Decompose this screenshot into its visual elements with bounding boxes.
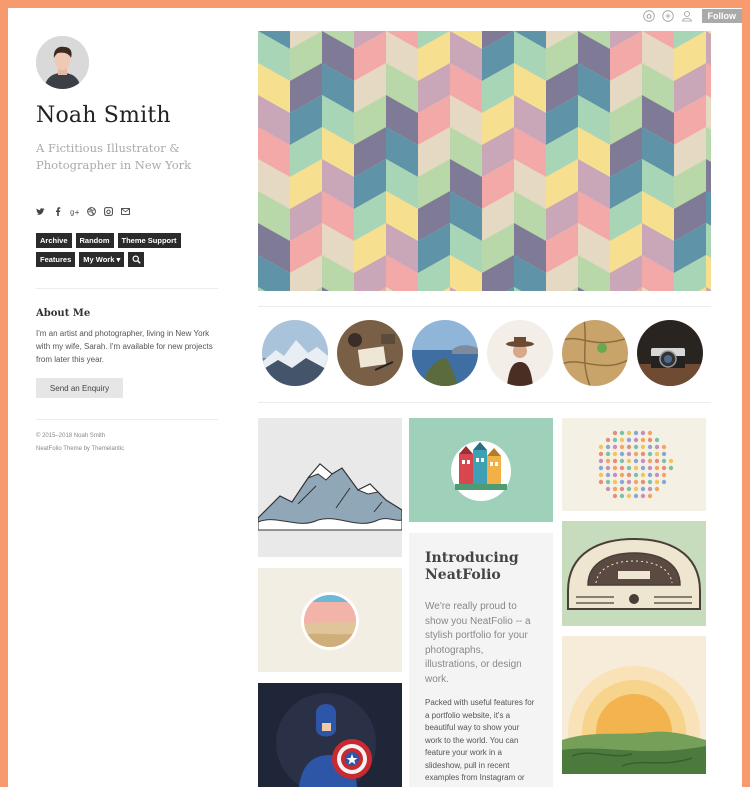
post-lead: We're really proud to show you NeatFolio… [425, 601, 531, 685]
send-enquiry-button[interactable]: Send an Enquiry [36, 378, 123, 398]
profile-tagline: A Fictitious Illustrator & Photographer … [36, 141, 192, 172]
sidebar-divider [36, 288, 218, 289]
sidebar-footer: © 2015–2018 Noah Smith NeatFolio Theme b… [36, 430, 218, 456]
dots-pattern-tile[interactable] [562, 418, 706, 511]
about-text: I'm an artist and photographer, living i… [36, 329, 213, 364]
user-icon[interactable] [681, 10, 694, 23]
social-links: g+ [36, 207, 218, 216]
mountain-illustration-tile[interactable] [258, 418, 402, 557]
nav-features-button[interactable]: Features [36, 252, 76, 267]
featured-circles [262, 320, 703, 386]
email-icon[interactable] [121, 207, 130, 216]
nav-buttons: Archive Random Theme Support Features My… [36, 233, 218, 267]
nav-archive-button[interactable]: Archive [36, 233, 72, 248]
featured-mountain-photo[interactable] [262, 320, 328, 386]
nav-theme-support-button[interactable]: Theme Support [117, 233, 181, 248]
post-body: Packed with useful features for a portfo… [425, 698, 535, 787]
twitter-icon[interactable] [36, 207, 45, 216]
blog-post-card: Introducing NeatFolio We're really proud… [409, 533, 553, 787]
radio-illustration-tile[interactable] [562, 521, 706, 626]
avatar[interactable] [36, 36, 89, 89]
profile-name: Noah Smith [36, 103, 171, 128]
follow-button[interactable]: Follow [701, 9, 742, 23]
featured-coast-photo[interactable] [412, 320, 478, 386]
instagram-icon[interactable] [104, 207, 113, 216]
featured-desk-photo[interactable] [337, 320, 403, 386]
top-bar: Follow [643, 8, 742, 24]
nav-random-button[interactable]: Random [75, 233, 114, 248]
page: Follow Noah Smith A Fictitious Illustrat… [8, 8, 742, 787]
desert-illustration-tile[interactable] [258, 568, 402, 672]
content-divider [258, 306, 711, 307]
search-button[interactable] [128, 252, 145, 267]
my-work-dropdown[interactable]: My Work ▾ [79, 252, 125, 267]
post-title[interactable]: Introducing NeatFolio [425, 550, 537, 584]
svg-text:g+: g+ [70, 208, 79, 215]
sidebar-divider [36, 419, 218, 420]
content-divider [258, 402, 711, 403]
dribbble-icon[interactable] [87, 207, 96, 216]
about-title: About Me [36, 308, 91, 319]
featured-map-photo[interactable] [562, 320, 628, 386]
featured-portrait-photo[interactable] [487, 320, 553, 386]
google-plus-icon[interactable]: g+ [70, 207, 79, 216]
sidebar: Noah Smith A Fictitious Illustrator & Ph… [36, 36, 218, 456]
copyright-text: © 2015–2018 Noah Smith [36, 433, 106, 439]
sunset-illustration-tile[interactable] [562, 636, 706, 774]
search-icon [132, 255, 141, 264]
facebook-icon[interactable] [53, 207, 62, 216]
home-icon[interactable] [643, 10, 656, 23]
hero-slideshow[interactable] [258, 31, 711, 291]
captain-america-illustration-tile[interactable] [258, 683, 402, 787]
theme-credit-link[interactable]: NeatFolio Theme by Themelantic [36, 443, 218, 456]
featured-camera-photo[interactable] [637, 320, 703, 386]
houses-illustration-tile[interactable] [409, 418, 553, 522]
plus-circle-icon[interactable] [662, 10, 675, 23]
